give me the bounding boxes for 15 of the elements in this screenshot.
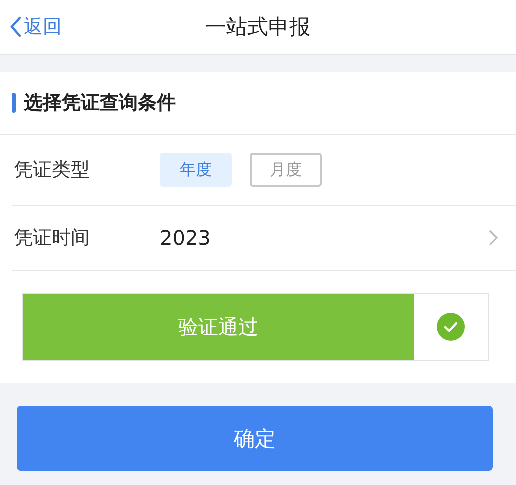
option-button[interactable]: 月度 <box>250 153 322 187</box>
section-marker <box>12 93 16 113</box>
chevron-icon <box>489 230 498 246</box>
verify-slider[interactable]: 验证通过 <box>22 293 489 361</box>
back-button[interactable]: 返回 <box>10 0 62 54</box>
back-icon <box>10 16 22 38</box>
page-title: 一站式申报 <box>206 14 310 41</box>
field-label: 凭证类型 <box>13 158 91 183</box>
field-value[interactable]: 2023 <box>160 226 211 250</box>
confirm-button[interactable]: 确定 <box>17 406 493 471</box>
option-button[interactable]: 年度 <box>160 153 232 187</box>
verify-status: 验证通过 <box>178 314 258 340</box>
section-title: 选择凭证查询条件 <box>24 91 176 116</box>
field-label: 凭证时间 <box>13 226 91 251</box>
check-icon <box>437 313 465 341</box>
